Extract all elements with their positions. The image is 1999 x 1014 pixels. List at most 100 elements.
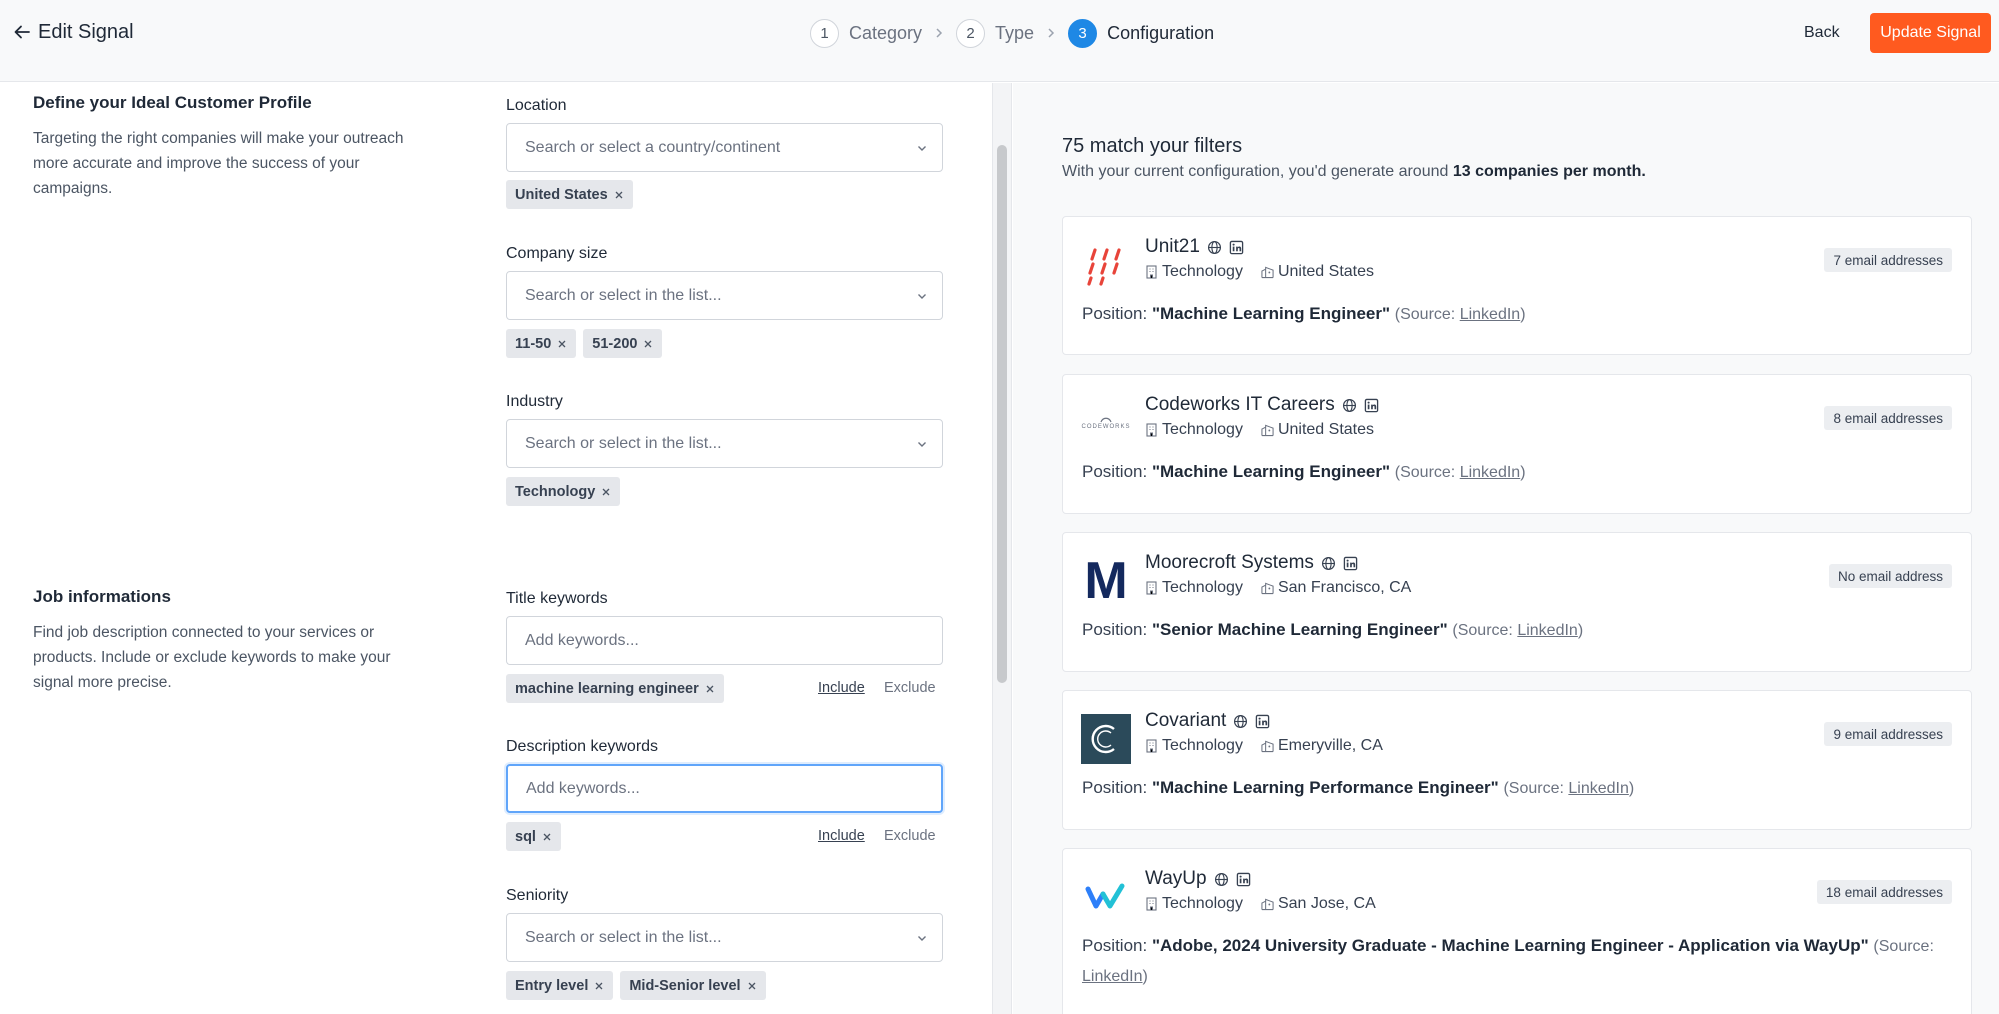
step-2-number[interactable]: 2 — [956, 18, 986, 48]
company-card[interactable]: M Moorecroft Systems Technology San Fran… — [1062, 532, 1972, 672]
description-keywords-label: Description keywords — [506, 738, 659, 755]
company-name[interactable]: Unit21 — [1145, 236, 1244, 258]
building-icon — [1146, 897, 1157, 911]
email-count-badge: 9 email addresses — [1824, 722, 1952, 746]
chevron-down-icon[interactable] — [916, 438, 928, 450]
chevron-down-icon[interactable] — [916, 142, 928, 154]
match-summary: With your current configuration, you'd g… — [1062, 163, 1646, 180]
source-link[interactable]: LinkedIn — [1460, 306, 1521, 323]
linkedin-icon[interactable] — [1343, 556, 1358, 571]
scrollbar[interactable] — [992, 83, 1012, 1014]
tag: 51-200 — [583, 329, 663, 358]
industry-tags: Technology — [506, 477, 621, 506]
step-1-label[interactable]: Category — [849, 23, 922, 44]
tag: Technology — [506, 477, 621, 506]
back-arrow-icon[interactable] — [12, 22, 32, 42]
globe-icon[interactable] — [1321, 556, 1336, 571]
codeworks-logo-icon: CODEWORKS — [1081, 398, 1131, 448]
globe-icon[interactable] — [1342, 398, 1357, 413]
close-icon[interactable] — [594, 981, 604, 991]
scrollbar-thumb[interactable] — [997, 145, 1007, 683]
globe-icon[interactable] — [1233, 714, 1248, 729]
chevron-right-icon — [1048, 28, 1055, 38]
step-2-label[interactable]: Type — [995, 23, 1034, 44]
location-input[interactable] — [525, 138, 924, 157]
close-icon[interactable] — [705, 684, 715, 694]
tag: 11-50 — [506, 329, 577, 358]
position-text: Position: "Machine Learning Engineer" (S… — [1082, 304, 1526, 323]
company-card[interactable]: Covariant Technology Emeryville, CA 9 em… — [1062, 690, 1972, 830]
company-size-select[interactable] — [506, 271, 943, 320]
update-signal-button[interactable]: Update Signal — [1870, 13, 1991, 53]
source-link[interactable]: LinkedIn — [1082, 968, 1143, 985]
source-link[interactable]: LinkedIn — [1460, 464, 1521, 481]
tag: United States — [506, 180, 633, 209]
step-1-number[interactable]: 1 — [810, 18, 839, 48]
top-bar: Edit Signal 1 Category 2 Type 3 Configur… — [0, 0, 1999, 82]
location-building-icon — [1261, 266, 1274, 279]
industry-select[interactable] — [506, 419, 943, 468]
results-panel: 75 match your filters With your current … — [1013, 83, 1999, 1014]
wayup-logo-icon — [1085, 883, 1125, 909]
linkedin-icon[interactable] — [1236, 872, 1251, 887]
chevron-down-icon[interactable] — [916, 932, 928, 944]
tag: Entry level — [506, 971, 614, 1000]
job-section-description: Find job description connected to your s… — [33, 624, 391, 691]
description-keywords-field[interactable] — [506, 764, 943, 813]
step-3-number[interactable]: 3 — [1068, 18, 1098, 48]
building-icon — [1146, 739, 1157, 753]
chevron-down-icon[interactable] — [916, 290, 928, 302]
description-exclude-toggle[interactable]: Exclude — [884, 828, 936, 844]
position-text: Position: "Adobe, 2024 University Gradua… — [1082, 936, 1934, 985]
industry-input[interactable] — [525, 434, 924, 453]
description-include-toggle[interactable]: Include — [818, 828, 865, 844]
source-link[interactable]: LinkedIn — [1517, 622, 1578, 639]
globe-icon[interactable] — [1214, 872, 1229, 887]
location-building-icon — [1261, 898, 1274, 911]
company-card[interactable]: CODEWORKS Codeworks IT Careers Technolog… — [1062, 374, 1972, 514]
company-size-input[interactable] — [525, 286, 924, 305]
page-title: Edit Signal — [38, 21, 134, 43]
company-meta: Technology San Jose, CA — [1145, 895, 1376, 913]
company-name[interactable]: WayUp — [1145, 868, 1251, 890]
globe-icon[interactable] — [1207, 240, 1222, 255]
title-exclude-toggle[interactable]: Exclude — [884, 680, 936, 696]
company-name[interactable]: Codeworks IT Careers — [1145, 394, 1379, 416]
building-icon — [1146, 265, 1157, 279]
seniority-select[interactable] — [506, 913, 943, 962]
location-building-icon — [1261, 582, 1274, 595]
close-icon[interactable] — [643, 339, 653, 349]
position-text: Position: "Machine Learning Engineer" (S… — [1082, 462, 1526, 481]
linkedin-icon[interactable] — [1255, 714, 1270, 729]
back-button[interactable]: Back — [1804, 20, 1840, 46]
job-section-title: Job informations — [33, 587, 171, 606]
source-link[interactable]: LinkedIn — [1568, 780, 1629, 797]
location-select[interactable] — [506, 123, 943, 172]
location-tags: United States — [506, 180, 633, 209]
step-3-label[interactable]: Configuration — [1107, 23, 1214, 44]
tag: machine learning engineer — [506, 674, 724, 703]
title-keywords-field[interactable] — [506, 616, 943, 665]
company-name[interactable]: Moorecroft Systems — [1145, 552, 1358, 574]
close-icon[interactable] — [542, 832, 552, 842]
location-building-icon — [1261, 740, 1274, 753]
position-text: Position: "Machine Learning Performance … — [1082, 778, 1635, 797]
company-card[interactable]: WayUp Technology San Jose, CA 18 email a… — [1062, 848, 1972, 1014]
title-include-toggle[interactable]: Include — [818, 680, 865, 696]
linkedin-icon[interactable] — [1229, 240, 1244, 255]
stepper: 1 Category 2 Type 3 Configuration — [810, 18, 1214, 48]
close-icon[interactable] — [747, 981, 757, 991]
email-count-badge: No email address — [1828, 564, 1952, 588]
company-meta: Technology San Francisco, CA — [1145, 579, 1411, 597]
close-icon[interactable] — [614, 190, 624, 200]
linkedin-icon[interactable] — [1364, 398, 1379, 413]
company-name[interactable]: Covariant — [1145, 710, 1270, 732]
covariant-logo-icon — [1081, 714, 1131, 764]
close-icon[interactable] — [557, 339, 567, 349]
email-count-badge: 18 email addresses — [1816, 880, 1952, 904]
seniority-input[interactable] — [525, 928, 924, 947]
title-keywords-input[interactable] — [525, 631, 924, 650]
close-icon[interactable] — [601, 487, 611, 497]
description-keywords-input[interactable] — [526, 779, 923, 798]
company-card[interactable]: Unit21 Technology United States 7 email … — [1062, 216, 1972, 355]
